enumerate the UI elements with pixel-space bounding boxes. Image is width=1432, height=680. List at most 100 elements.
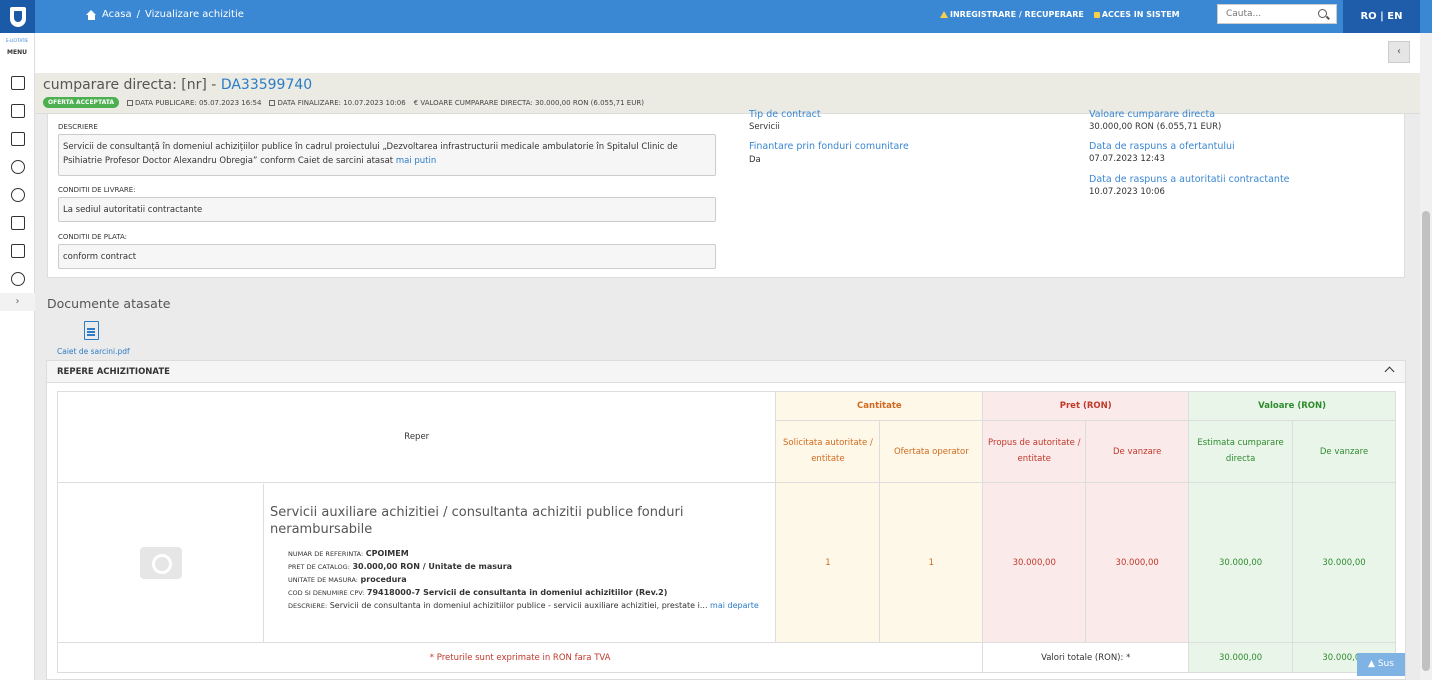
purchase-value-label: Valoare cumparare directa	[1089, 109, 1216, 120]
lock-icon	[1093, 11, 1100, 18]
cell-solicitata: 1	[775, 482, 881, 643]
purchase-value-value: 30.000,00 RON (6.055,71 EUR)	[1089, 122, 1222, 132]
bidder-response-label: Data de raspuns a ofertantului	[1089, 141, 1235, 152]
scroll-to-top-label: Sus	[1377, 659, 1394, 669]
register-link[interactable]: INREGISTRARE / RECUPERARE	[940, 10, 1084, 19]
bidder-response-value: 07.07.2023 12:43	[1089, 154, 1165, 164]
sidebar-expand-button[interactable]: ›	[0, 293, 35, 311]
sidebar-item-catalog[interactable]	[0, 125, 35, 153]
panel-header[interactable]: REPERE ACHIZITIONATE	[47, 361, 1405, 383]
show-less-link[interactable]: mai putin	[396, 156, 436, 166]
home-icon[interactable]	[86, 9, 97, 20]
menu-toggle[interactable]: E-LICITATIE MENU	[0, 33, 34, 69]
shield-logo-icon	[9, 6, 26, 27]
language-switcher[interactable]: RO | EN	[1343, 0, 1420, 33]
item-cpv: COD SI DENUMIRE CPV: 79418000-7 Servicii…	[288, 586, 769, 599]
title-prefix: cumparare directa: [nr] -	[43, 77, 217, 93]
warning-icon	[940, 11, 948, 18]
status-badge: OFERTA ACCEPTATA	[43, 97, 120, 108]
search-input[interactable]	[1218, 5, 1313, 23]
eu-funds-value: Da	[749, 155, 761, 165]
chevron-up-icon[interactable]	[1384, 366, 1395, 377]
purchased-items-panel: REPERE ACHIZITIONATE Reper Cantitate Pre…	[46, 360, 1406, 680]
item-price-label: PRET DE CATALOG:	[288, 562, 350, 571]
item-ref-value: CPOIMEM	[365, 548, 409, 558]
procurement-meta: OFERTA ACCEPTATA DATA PUBLICARE: 05.07.2…	[43, 97, 644, 108]
item-unit: UNITATE DE MASURA: procedura	[288, 573, 769, 586]
cell-pret-vanzare: 30.000,00	[1085, 482, 1190, 643]
description-box: Servicii de consultanță în domeniul achi…	[58, 134, 716, 176]
direct-purchase-value: € VALOARE CUMPARARE DIRECTA: 30.000,00 R…	[413, 98, 644, 107]
file-icon[interactable]	[84, 321, 99, 340]
cell-val-estimata: 30.000,00	[1188, 482, 1294, 643]
top-links: INREGISTRARE / RECUPERARE ACCES IN SISTE…	[940, 10, 1180, 19]
search-box	[1217, 4, 1337, 24]
breadcrumb-home[interactable]: Acasa	[102, 9, 132, 20]
scrollbar-thumb[interactable]	[1422, 211, 1430, 671]
payment-label: CONDITII DE PLATA:	[58, 233, 128, 241]
finalize-date-text: DATA FINALIZARE: 10.07.2023 10:06	[277, 98, 406, 107]
page-scrollbar[interactable]	[1420, 33, 1432, 680]
totals-row: * Preturile sunt exprimate in RON fara T…	[56, 642, 1396, 673]
camera-icon	[139, 546, 182, 579]
item-unit-label: UNITATE DE MASURA:	[288, 575, 358, 584]
item-price: PRET DE CATALOG: 30.000,00 RON / Unitate…	[288, 560, 769, 573]
cell-pret-propus: 30.000,00	[982, 482, 1087, 643]
document-icon	[10, 76, 25, 90]
sidebar-item-help[interactable]	[0, 153, 35, 181]
sidebar-item-documents[interactable]	[0, 69, 35, 97]
sub-devanzare-val: De vanzare	[1292, 420, 1396, 483]
sub-ofertata: Ofertata operator	[879, 420, 984, 483]
sidebar-item-tools[interactable]	[0, 181, 35, 209]
cell-ofertata: 1	[879, 482, 984, 643]
item-title[interactable]: Servicii auxiliare achizitiei / consulta…	[270, 504, 769, 539]
sidebar-item-contacts[interactable]	[0, 209, 35, 237]
sub-estimata: Estimata cumparare directa	[1188, 420, 1294, 483]
breadcrumb: Acasa / Vizualizare achizitie	[86, 9, 244, 20]
item-details: Servicii auxiliare achizitiei / consulta…	[264, 484, 775, 642]
publish-date-text: DATA PUBLICARE: 05.07.2023 16:54	[135, 98, 262, 107]
tools-icon	[10, 188, 25, 202]
calculator-icon	[10, 244, 25, 258]
item-cell: Servicii auxiliare achizitiei / consulta…	[56, 482, 777, 643]
total-estimata: 30.000,00	[1188, 642, 1294, 673]
procurement-code[interactable]: DA33599740	[221, 77, 312, 93]
item-photo	[58, 483, 264, 642]
breadcrumb-separator: /	[136, 9, 141, 20]
attached-documents-title: Documente atasate	[47, 296, 171, 311]
sidebar-item-calculator[interactable]	[0, 237, 35, 265]
page-title: cumparare directa: [nr] - DA33599740	[43, 77, 312, 93]
finalize-date: DATA FINALIZARE: 10.07.2023 10:06	[269, 98, 406, 107]
read-more-link[interactable]: mai departe	[710, 601, 759, 610]
id-card-icon	[10, 216, 25, 230]
item-unit-value: procedura	[360, 574, 407, 584]
sidebar-item-messages[interactable]	[0, 265, 35, 293]
details-card: DESCRIERE Servicii de consultanță în dom…	[47, 109, 1405, 278]
login-link[interactable]: ACCES IN SISTEM	[1093, 10, 1180, 19]
breadcrumb-current: Vizualizare achizitie	[145, 9, 244, 20]
attached-file-link[interactable]: Caiet de sarcini.pdf	[57, 347, 130, 356]
authority-response-label: Data de raspuns a autoritatii contractan…	[1089, 174, 1290, 185]
sub-propus: Propus de autoritate / entitate	[982, 420, 1087, 483]
chat-icon	[10, 272, 25, 286]
sub-header: ‹	[35, 33, 1420, 73]
item-desc-label: DESCRIERE:	[288, 602, 328, 611]
description-label: DESCRIERE	[58, 123, 98, 131]
sidebar: E-LICITATIE MENU ›	[0, 33, 35, 680]
search-icon[interactable]	[1318, 9, 1327, 18]
sidebar-item-export[interactable]	[0, 97, 35, 125]
contract-type-value: Servicii	[749, 122, 780, 132]
delivery-value: La sediul autoritatii contractante	[58, 197, 716, 222]
item-desc-value: Servicii de consultanta in domeniul achi…	[329, 601, 708, 611]
collapse-panel-button[interactable]: ‹	[1388, 41, 1410, 63]
login-link-label: ACCES IN SISTEM	[1101, 10, 1180, 19]
cell-val-vanzare: 30.000,00	[1292, 482, 1396, 643]
col-reper-header: Reper	[56, 391, 777, 483]
register-link-label: INREGISTRARE / RECUPERARE	[950, 10, 1084, 19]
table-row: Servicii auxiliare achizitiei / consulta…	[56, 482, 1396, 643]
authority-response-value: 10.07.2023 10:06	[1089, 187, 1165, 197]
payment-value: conform contract	[58, 244, 716, 269]
scroll-to-top-button[interactable]: ▲ Sus	[1357, 653, 1405, 676]
totals-label: Valori totale (RON): *	[982, 642, 1190, 673]
site-logo[interactable]	[0, 0, 35, 33]
